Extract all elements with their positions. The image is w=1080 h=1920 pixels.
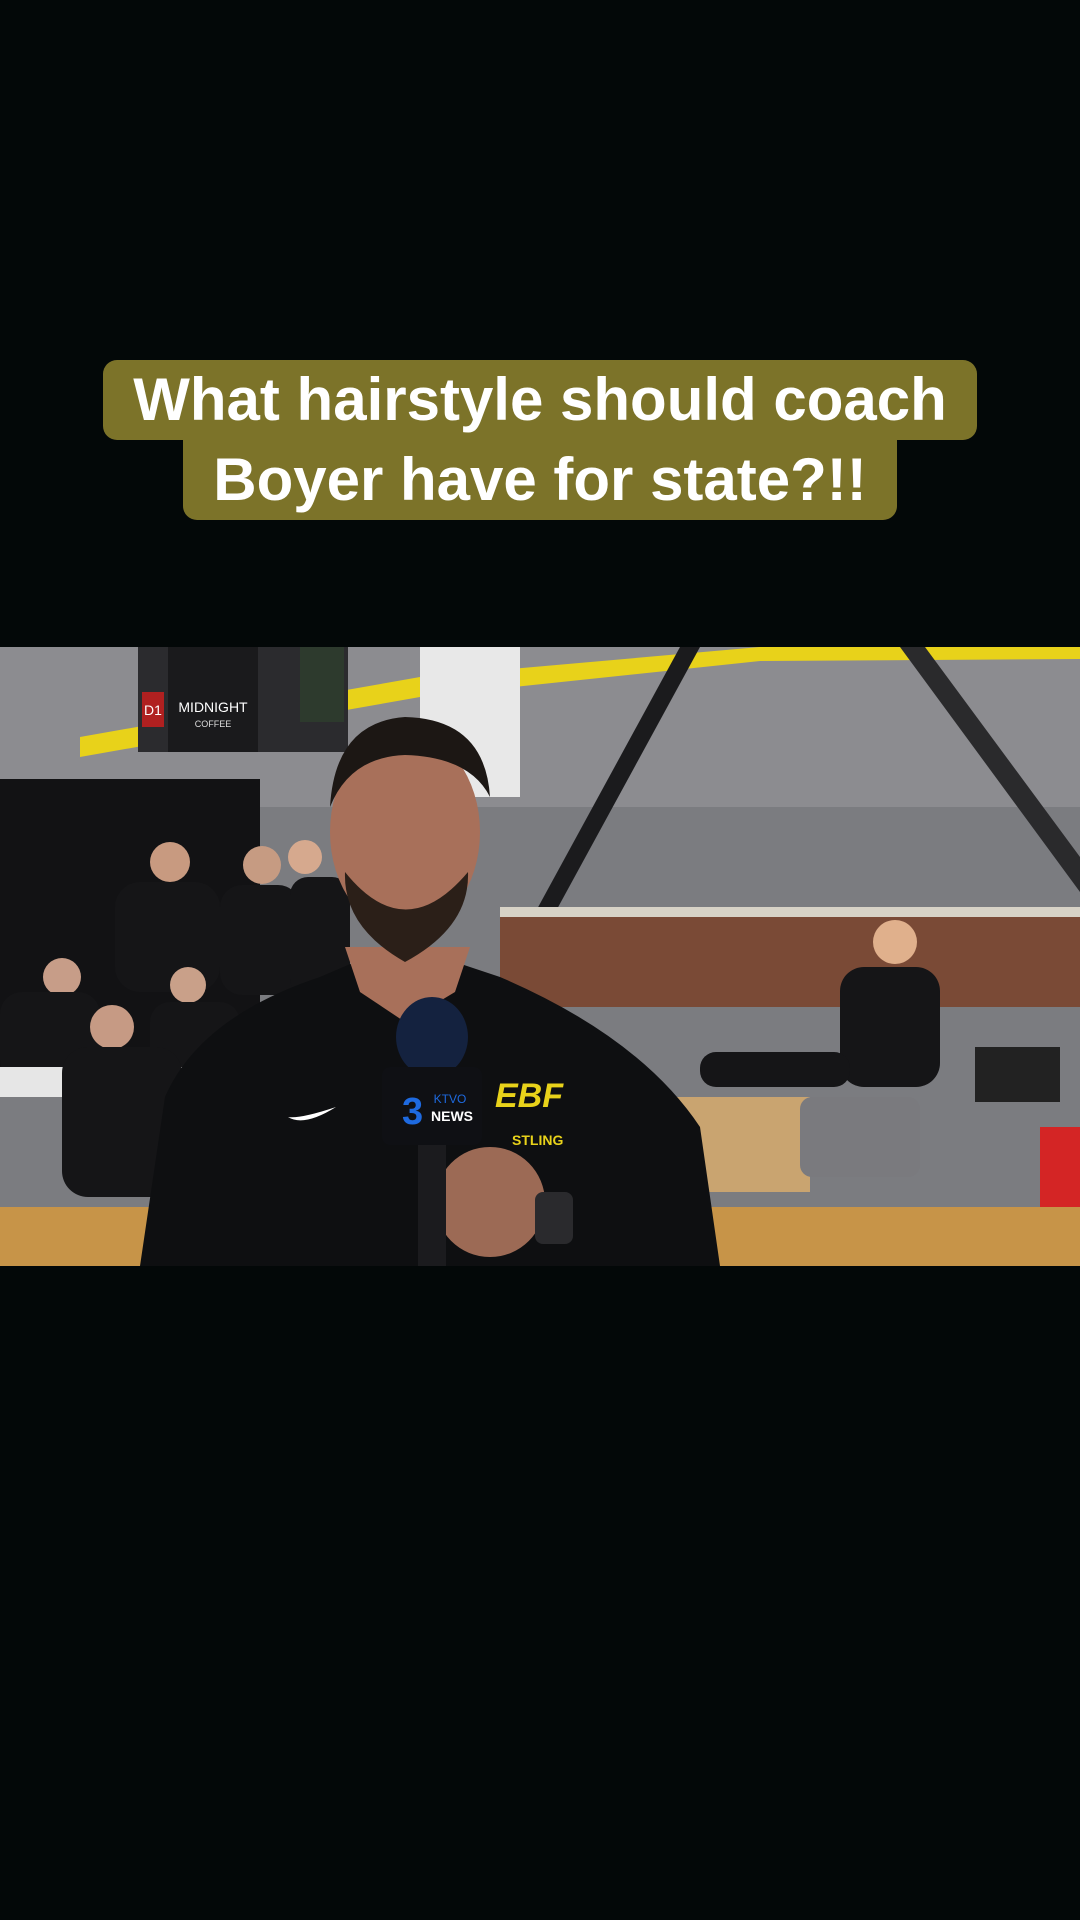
scoreboard-badge: D1 (144, 702, 162, 718)
coach-hand (435, 1147, 545, 1257)
caption-line-2: Boyer have for state?!! (183, 440, 897, 520)
mic-head (396, 997, 468, 1077)
mic-flag-number: 3 (402, 1091, 423, 1133)
smartwatch (535, 1192, 573, 1244)
video-scene: D1 MIDNIGHT COFFEE EBF STLING 3 KTVO NEW… (0, 647, 1080, 1266)
video-screen[interactable]: What hairstyle should coach Boyer have f… (0, 0, 1080, 1920)
video-frame[interactable]: D1 MIDNIGHT COFFEE EBF STLING 3 KTVO NEW… (0, 647, 1080, 1266)
shirt-text: STLING (512, 1132, 563, 1148)
scoreboard: D1 MIDNIGHT COFFEE (138, 647, 348, 752)
mic-flag (382, 1067, 482, 1145)
scoreboard-text: MIDNIGHT (178, 699, 248, 715)
mic-flag-station: KTVO (434, 1092, 467, 1106)
caption-overlay: What hairstyle should coach Boyer have f… (0, 360, 1080, 520)
mic-flag-label: NEWS (431, 1108, 473, 1124)
shirt-logo: EBF (495, 1077, 564, 1115)
caption-line-1: What hairstyle should coach (103, 360, 977, 440)
brick-wall (500, 912, 1080, 1007)
scoreboard-subtext: COFFEE (195, 719, 232, 729)
